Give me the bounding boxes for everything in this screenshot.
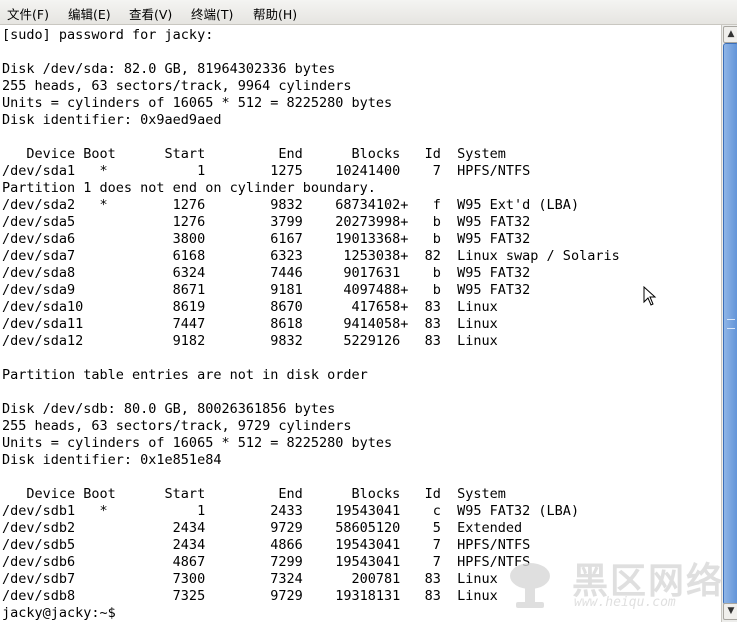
terminal-line: 255 heads, 63 sectors/track, 9729 cylind… — [2, 418, 352, 434]
terminal-line: /dev/sda10 8619 8670 417658+ 83 Linux — [2, 299, 498, 315]
scroll-up-arrow-icon[interactable]: ▲ — [723, 26, 737, 43]
menu-terminal[interactable]: 终端(T) — [188, 3, 236, 24]
terminal-line: /dev/sda11 7447 8618 9414058+ 83 Linux — [2, 316, 498, 332]
terminal-line: Device Boot Start End Blocks Id System — [2, 486, 506, 502]
terminal-line: 255 heads, 63 sectors/track, 9964 cylind… — [2, 78, 352, 94]
menu-file[interactable]: 文件(F) — [4, 3, 52, 24]
terminal-line: Device Boot Start End Blocks Id System — [2, 146, 506, 162]
terminal-line: /dev/sda7 6168 6323 1253038+ 82 Linux sw… — [2, 248, 620, 264]
terminal-line: Partition table entries are not in disk … — [2, 367, 368, 383]
watermark-url: www.heiqu.com — [574, 595, 676, 610]
terminal-line: /dev/sdb1 * 1 2433 19543041 c W95 FAT32 … — [2, 503, 580, 519]
terminal-line: /dev/sda8 6324 7446 9017631 b W95 FAT32 — [2, 265, 531, 281]
watermark: 黑区网络 www.heiqu.com — [500, 552, 730, 614]
terminal-line: Disk /dev/sdb: 80.0 GB, 80026361856 byte… — [2, 401, 336, 417]
terminal-line: jacky@jacky:~$ — [2, 605, 124, 621]
menu-help[interactable]: 帮助(H) — [250, 3, 300, 24]
terminal-line: [sudo] password for jacky: — [2, 27, 214, 43]
menubar: 文件(F) 编辑(E) 查看(V) 终端(T) 帮助(H) — [0, 0, 737, 25]
terminal-line: Units = cylinders of 16065 * 512 = 82252… — [2, 435, 393, 451]
terminal-line: /dev/sda5 1276 3799 20273998+ b W95 FAT3… — [2, 214, 531, 230]
terminal-line: /dev/sdb2 2434 9729 58605120 5 Extended — [2, 520, 523, 536]
terminal-line: /dev/sda9 8671 9181 4097488+ b W95 FAT32 — [2, 282, 531, 298]
scrollbar-thumb[interactable] — [723, 43, 737, 605]
vertical-scrollbar[interactable]: ▲ ▼ — [721, 25, 737, 622]
scrollbar-grip — [727, 319, 735, 329]
terminal-line: /dev/sda12 9182 9832 5229126 83 Linux — [2, 333, 498, 349]
terminal-line: /dev/sda1 * 1 1275 10241400 7 HPFS/NTFS — [2, 163, 531, 179]
terminal-line: Units = cylinders of 16065 * 512 = 82252… — [2, 95, 393, 111]
terminal-line: /dev/sdb7 7300 7324 200781 83 Linux — [2, 571, 498, 587]
terminal-line: Disk identifier: 0x9aed9aed — [2, 112, 222, 128]
menu-view[interactable]: 查看(V) — [126, 3, 175, 24]
terminal-output[interactable]: [sudo] password for jacky: Disk /dev/sda… — [0, 25, 721, 622]
watermark-logo-icon — [510, 563, 550, 608]
terminal-line: /dev/sdb6 4867 7299 19543041 7 HPFS/NTFS — [2, 554, 531, 570]
terminal-line: Partition 1 does not end on cylinder bou… — [2, 180, 376, 196]
terminal-line: Disk /dev/sda: 82.0 GB, 81964302336 byte… — [2, 61, 336, 77]
terminal-line: /dev/sdb5 2434 4866 19543041 7 HPFS/NTFS — [2, 537, 531, 553]
terminal-view[interactable]: [sudo] password for jacky: Disk /dev/sda… — [0, 25, 721, 622]
terminal-line: /dev/sda2 * 1276 9832 68734102+ f W95 Ex… — [2, 197, 580, 213]
mouse-pointer-icon — [643, 286, 657, 306]
terminal-line: /dev/sda6 3800 6167 19013368+ b W95 FAT3… — [2, 231, 531, 247]
terminal-line: /dev/sdb8 7325 9729 19318131 83 Linux — [2, 588, 498, 604]
terminal-line: Disk identifier: 0x1e851e84 — [2, 452, 222, 468]
menu-edit[interactable]: 编辑(E) — [65, 3, 114, 24]
